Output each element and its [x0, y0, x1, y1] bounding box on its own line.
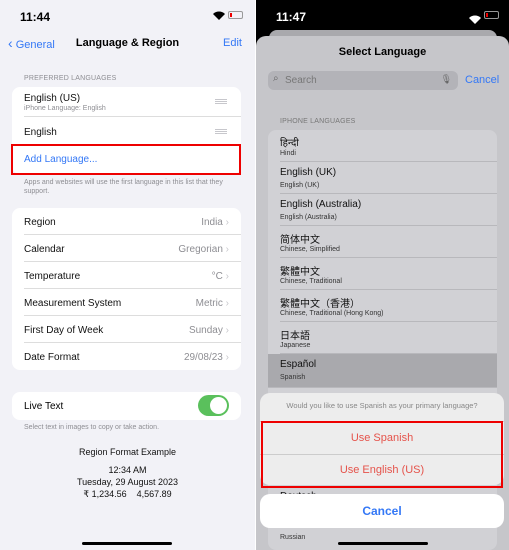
battery-icon [228, 11, 243, 19]
setting-label: Measurement System [24, 298, 122, 309]
setting-row-first-day-of-week[interactable]: First Day of Week Sunday › [24, 316, 241, 343]
wifi-icon [213, 11, 225, 22]
chevron-right-icon: › [225, 271, 229, 282]
setting-row-temperature[interactable]: Temperature °C › [24, 262, 241, 289]
search-input[interactable]: ⌕ Search 🎙 [268, 71, 458, 90]
search-placeholder: Search [285, 75, 317, 86]
language-row[interactable]: English (UK) English (UK) [280, 162, 497, 194]
language-row[interactable]: 日本語 Japanese [280, 322, 497, 354]
language-row[interactable]: 简体中文 Chinese, Simplified [280, 226, 497, 258]
language-name: Español [280, 359, 317, 370]
chevron-right-icon: › [225, 352, 229, 363]
language-name: English [24, 127, 57, 138]
language-name: 繁體中文 [280, 267, 320, 278]
language-english-name: Chinese, Simplified [280, 246, 340, 253]
language-name: हिन्दी [280, 138, 299, 149]
setting-row-date-format[interactable]: Date Format 29/08/23 › [24, 343, 241, 370]
live-text-toggle[interactable] [198, 395, 229, 416]
page-title: Language & Region [75, 37, 180, 49]
setting-label: First Day of Week [24, 325, 104, 336]
setting-row-region[interactable]: Region India › [24, 208, 241, 235]
example-title: Region Format Example [78, 447, 177, 457]
chevron-right-icon: › [225, 244, 229, 255]
setting-label: Temperature [24, 271, 81, 282]
languages-footnote: Apps and websites will use the first lan… [24, 179, 223, 195]
highlight-box [261, 421, 503, 488]
example-time: 12:34 AM [108, 465, 147, 475]
status-time: 11:47 [276, 10, 307, 24]
action-sheet-question: Would you like to use Spanish as your pr… [286, 401, 478, 410]
language-english-name: Spanish [280, 374, 306, 381]
language-row[interactable]: 繁體中文（香港） Chinese, Traditional (Hong Kong) [280, 290, 497, 322]
language-name: English (US) [24, 93, 81, 104]
setting-value: India › [201, 217, 229, 228]
language-name: English (Australia) [280, 199, 362, 210]
sheet-title: Select Language [338, 46, 427, 58]
language-english-name: Chinese, Traditional (Hong Kong) [280, 310, 384, 317]
example-numbers: ₹ 1,234.56 4,567.89 [83, 489, 172, 499]
setting-label: Date Format [24, 352, 80, 363]
status-time: 11:44 [20, 10, 51, 24]
reorder-icon[interactable] [215, 99, 227, 104]
language-english-name: English (UK) [280, 182, 320, 189]
setting-row-calendar[interactable]: Calendar Gregorian › [24, 235, 241, 262]
example-date: Tuesday, 29 August 2023 [76, 477, 179, 487]
language-english-name: Hindi [280, 150, 296, 157]
wifi-icon [469, 11, 481, 29]
language-region-screen: 11:44 ‹ General Language & Region Edit P… [0, 0, 255, 550]
setting-value: Gregorian › [178, 244, 229, 255]
search-cancel-button[interactable]: Cancel [465, 74, 499, 86]
language-row[interactable]: English [24, 117, 241, 146]
live-text-footnote: Select text in images to copy or take ac… [24, 424, 160, 431]
chevron-right-icon: › [225, 217, 229, 228]
setting-label: Region [24, 217, 56, 228]
live-text-row: Live Text [12, 392, 241, 420]
live-text-label: Live Text [24, 401, 64, 412]
reorder-icon[interactable] [215, 129, 227, 134]
highlight-box [11, 144, 241, 175]
section-header: IPHONE LANGUAGES [280, 118, 356, 125]
language-english-name: English (Australia) [280, 214, 337, 221]
language-name: 繁體中文（香港） [280, 299, 360, 310]
language-name: 日本語 [280, 331, 310, 342]
action-sheet-cancel-button[interactable]: Cancel [260, 494, 504, 528]
language-english-name: Chinese, Traditional [280, 278, 342, 285]
language-row[interactable]: 繁體中文 Chinese, Traditional [280, 258, 497, 290]
home-indicator [338, 542, 428, 545]
select-language-screen: 11:47 Select Language ⌕ Search 🎙 Cancel … [256, 0, 509, 550]
language-row[interactable]: English (Australia) English (Australia) [280, 194, 497, 226]
language-row[interactable]: Español Spanish [268, 354, 497, 388]
microphone-icon[interactable]: 🎙 [441, 74, 452, 85]
language-row[interactable]: English (US) iPhone Language: English [24, 87, 241, 117]
language-english-name: Japanese [280, 342, 311, 349]
language-row[interactable]: हिन्दी Hindi [280, 130, 497, 162]
language-sub: iPhone Language: English [24, 105, 106, 112]
battery-icon [484, 11, 499, 19]
home-indicator [82, 542, 172, 545]
language-name: 简体中文 [280, 235, 320, 246]
edit-button[interactable]: Edit [223, 37, 242, 49]
language-name: English (UK) [280, 167, 337, 178]
setting-value: Sunday › [188, 325, 229, 336]
language-row-russian: Russian [280, 534, 306, 541]
chevron-right-icon: › [225, 298, 229, 309]
setting-value: Metric › [195, 298, 229, 309]
section-header: PREFERRED LANGUAGES [24, 75, 117, 82]
setting-label: Calendar [24, 244, 65, 255]
setting-value: 29/08/23 › [183, 352, 229, 363]
region-settings-list: Region India › Calendar Gregorian › Temperat… [12, 208, 241, 370]
chevron-right-icon: › [225, 325, 229, 336]
setting-row-measurement-system[interactable]: Measurement System Metric › [24, 289, 241, 316]
setting-value: °C › [211, 271, 229, 282]
search-icon: ⌕ [273, 73, 279, 84]
